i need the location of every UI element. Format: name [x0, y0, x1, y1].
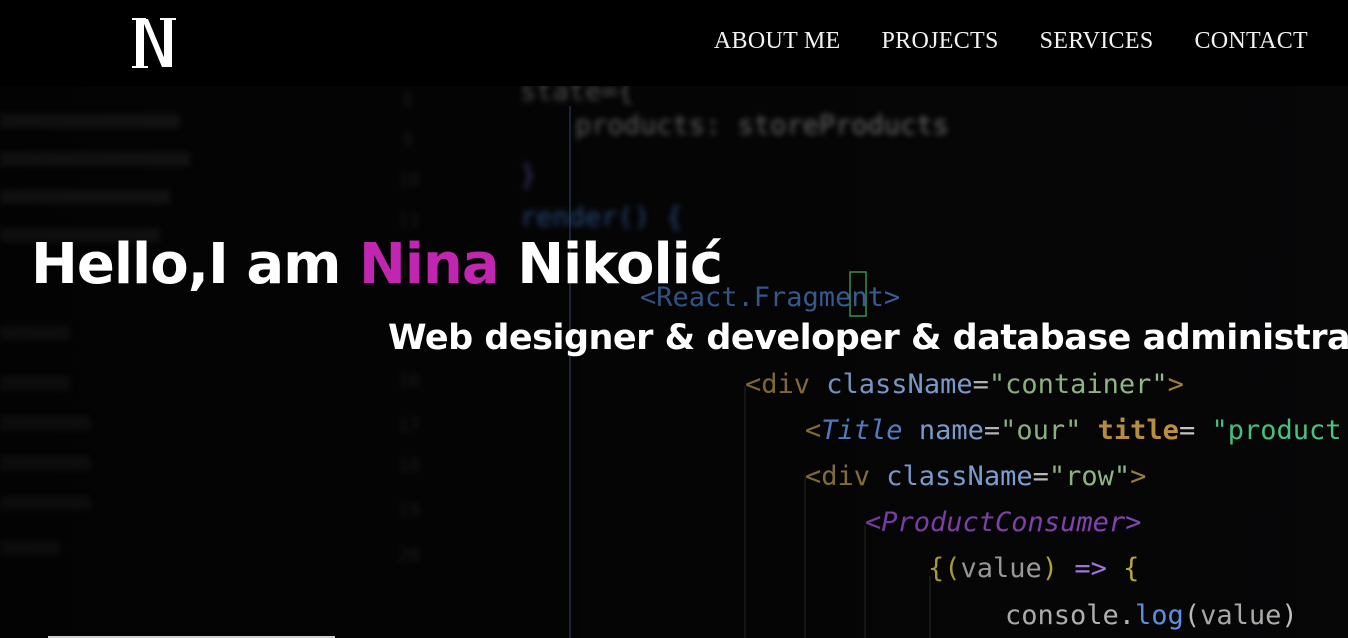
nav-projects[interactable]: PROJECTS — [882, 28, 999, 55]
nav-contact[interactable]: CONTACT — [1194, 28, 1308, 55]
logo-n-icon[interactable] — [132, 17, 178, 69]
hero-headline: Hello,I am Nina Nikolić — [31, 232, 723, 297]
first-name: Nina — [359, 232, 500, 297]
navbar: ABOUT ME PROJECTS SERVICES CONTACT — [0, 0, 1348, 86]
nav-about-me[interactable]: ABOUT ME — [714, 28, 841, 55]
hero-section: 89 1011 1216 1718 1920 state={ products:… — [0, 86, 1348, 638]
nav-services[interactable]: SERVICES — [1040, 28, 1154, 55]
hero-subtitle: Web designer & developer & database admi… — [388, 318, 1348, 358]
hero-overlay — [0, 86, 1348, 638]
greeting-text: Hello,I am — [31, 232, 341, 297]
nav-menu: ABOUT ME PROJECTS SERVICES CONTACT — [673, 28, 1308, 55]
last-name: Nikolić — [517, 232, 723, 297]
